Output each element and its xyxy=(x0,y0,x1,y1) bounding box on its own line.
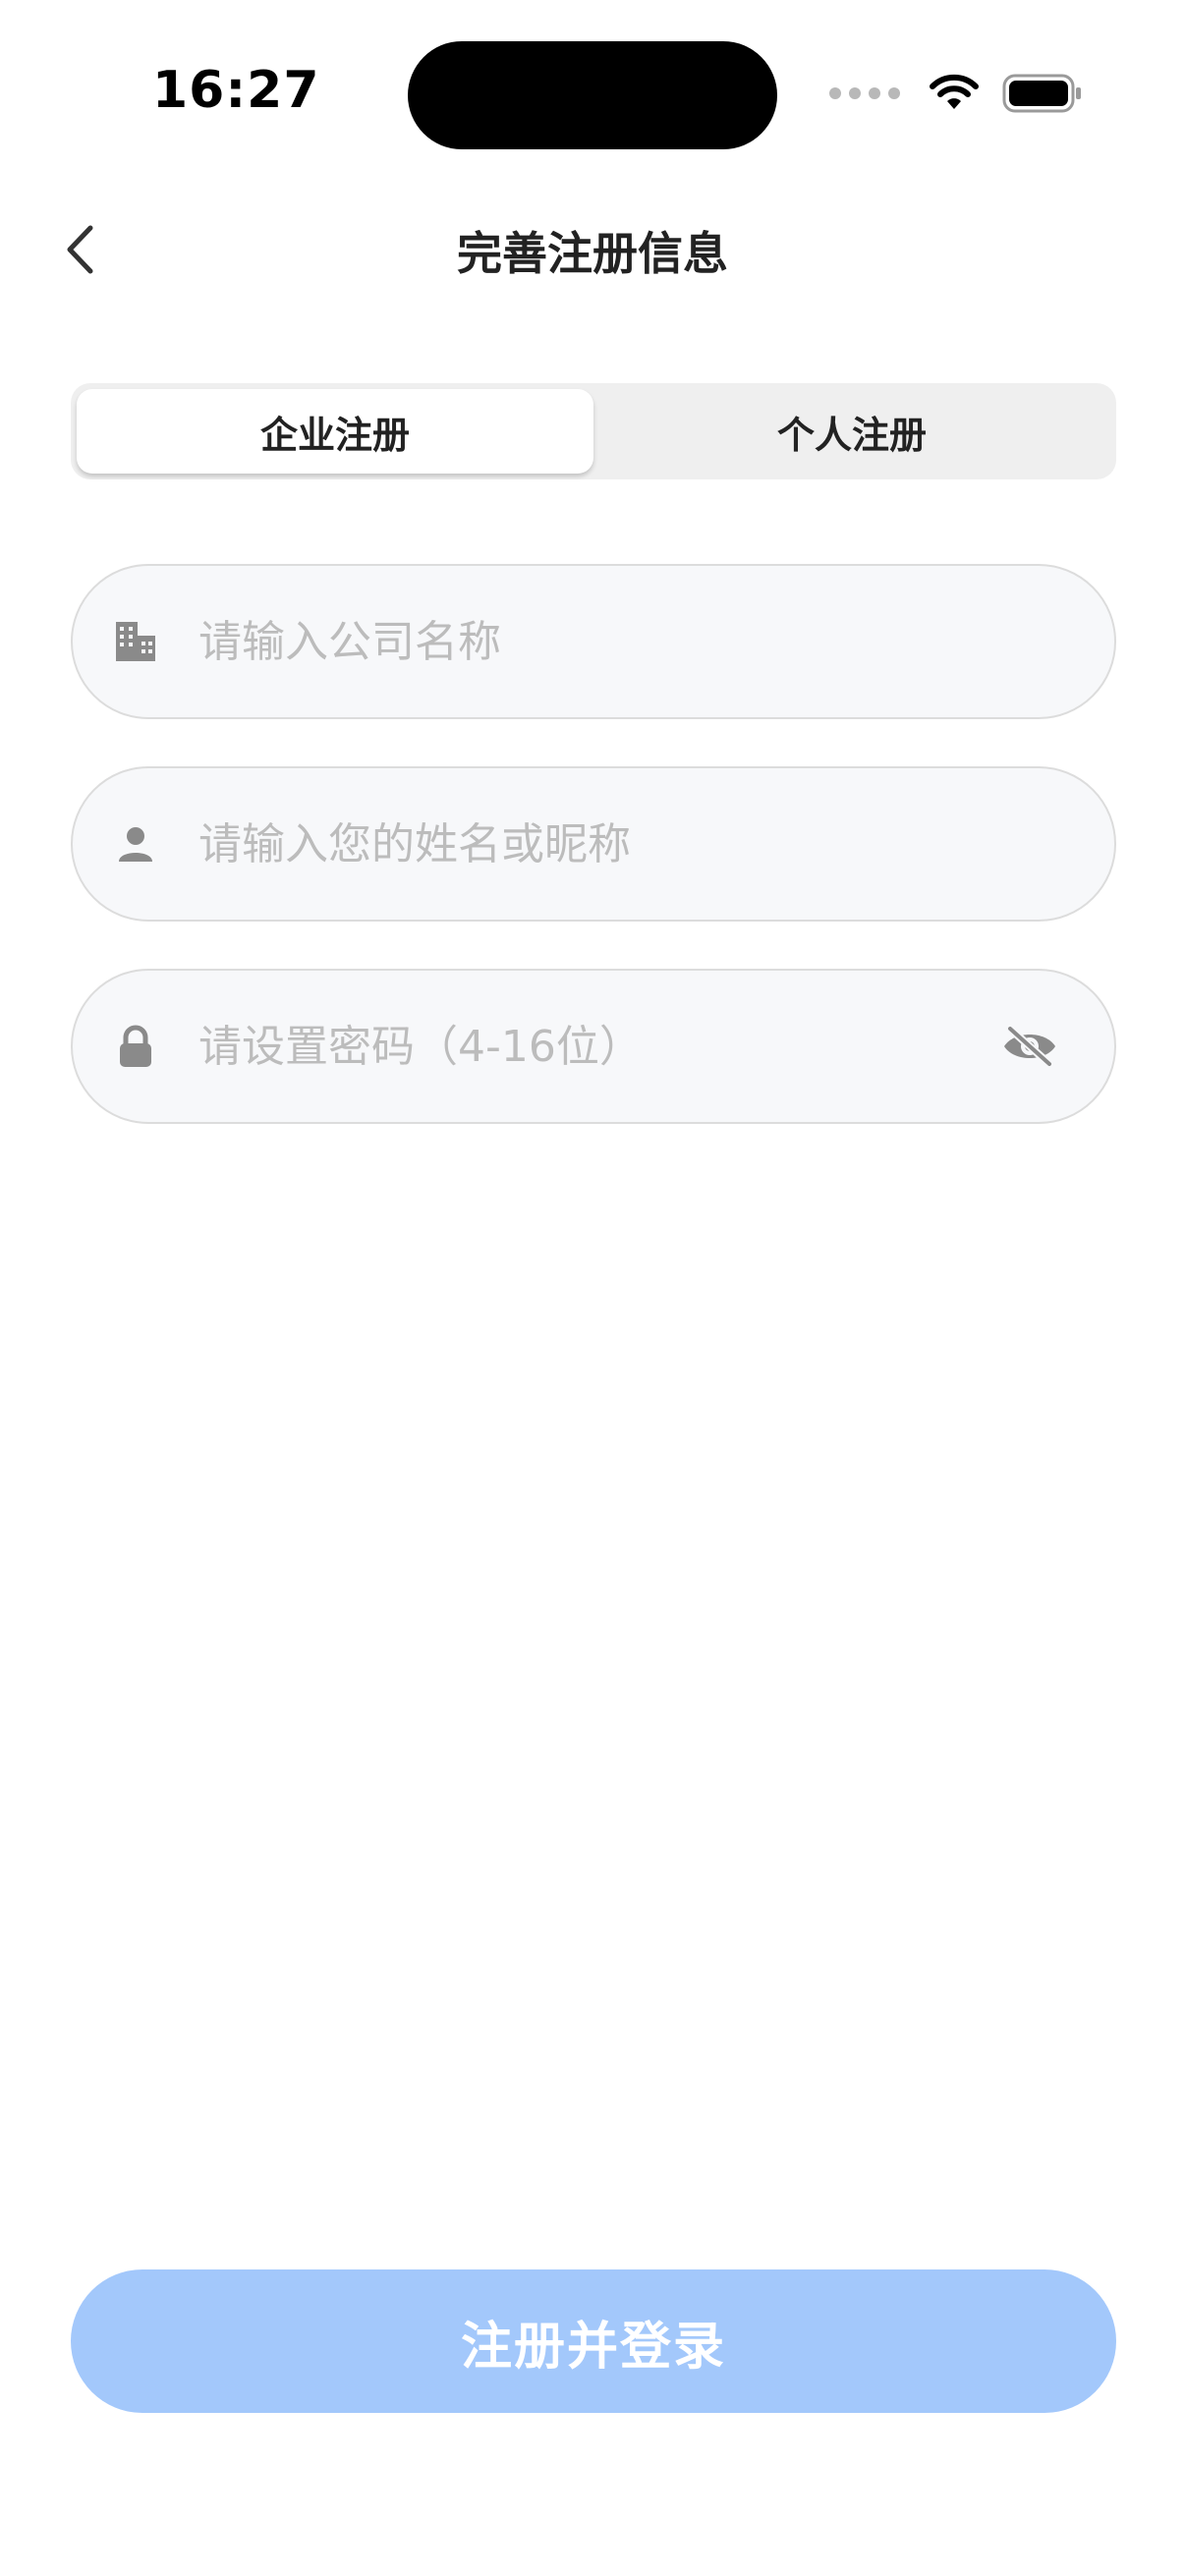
user-name-field[interactable] xyxy=(71,766,1116,922)
building-icon xyxy=(112,618,159,665)
person-icon xyxy=(112,820,159,868)
battery-icon xyxy=(1002,74,1081,113)
status-time: 16:27 xyxy=(152,61,320,120)
page-title: 完善注册信息 xyxy=(457,227,728,280)
user-name-input[interactable] xyxy=(198,768,1114,920)
password-visibility-toggle[interactable] xyxy=(998,1023,1061,1070)
company-name-input[interactable] xyxy=(198,566,1114,717)
tab-personal-registration[interactable]: 个人注册 xyxy=(593,389,1110,474)
company-name-field[interactable] xyxy=(71,564,1116,719)
register-screen: 16:27 完善注册信息 企业注册 个人注册 请输入公司名称 请输入您的姓名或昵… xyxy=(0,0,1185,2576)
password-input[interactable] xyxy=(198,971,998,1122)
eye-slash-icon xyxy=(1004,1025,1055,1068)
lock-icon xyxy=(112,1023,159,1070)
dynamic-island xyxy=(408,41,777,149)
tab-enterprise-registration[interactable]: 企业注册 xyxy=(77,389,593,474)
status-indicators xyxy=(829,73,1083,114)
registration-type-tabs: 企业注册 个人注册 xyxy=(71,383,1116,479)
register-and-login-button[interactable]: 注册并登录 xyxy=(71,2269,1116,2413)
cellular-signal-icon xyxy=(829,87,900,99)
password-field[interactable] xyxy=(71,969,1116,1124)
wifi-icon xyxy=(930,74,979,109)
